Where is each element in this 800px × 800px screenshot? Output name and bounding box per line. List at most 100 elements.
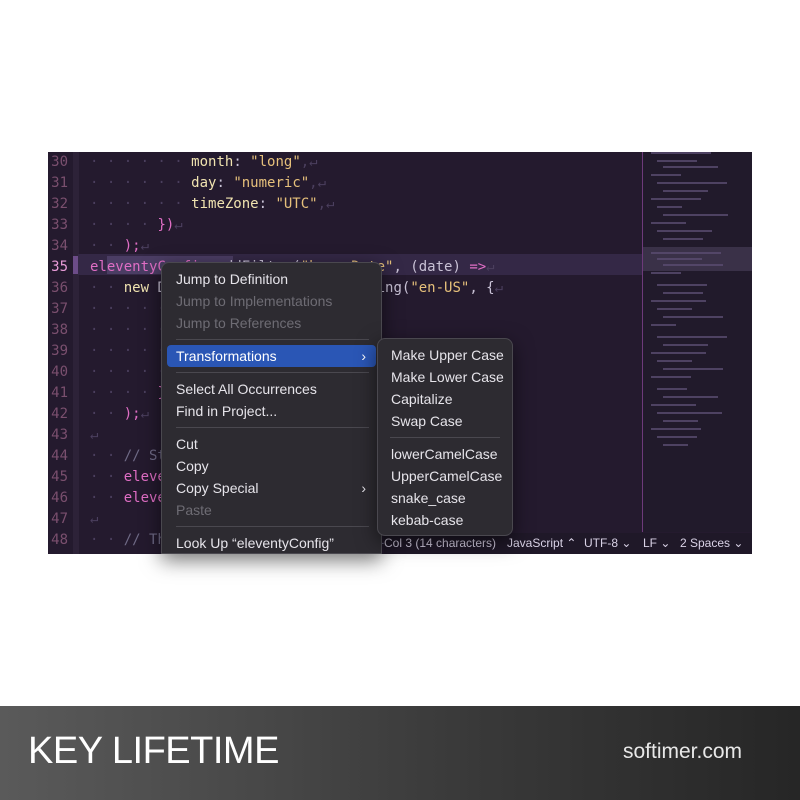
site-url[interactable]: softimer.com — [623, 740, 742, 764]
code-token: ); — [123, 406, 141, 422]
line-number: 44 — [51, 448, 68, 464]
line-number: 38 — [51, 322, 68, 338]
code-token: }) — [157, 217, 175, 233]
minimap-line — [663, 214, 728, 216]
code-line[interactable]: 31 · · · · · · day: "numeric",↵ — [48, 173, 648, 194]
minimap-line — [657, 388, 687, 390]
minimap-line — [657, 160, 697, 162]
minimap-line — [657, 308, 692, 310]
code-token: timeZone — [191, 196, 259, 212]
encoding-selector[interactable]: UTF-8 ⌄ — [584, 533, 631, 554]
menu-item-copy[interactable]: Copy — [167, 455, 376, 477]
minimap-line — [663, 264, 723, 266]
submenu-item-upper-case[interactable]: Make Upper Case — [382, 344, 508, 366]
line-number: 42 — [51, 406, 68, 422]
menu-item-look-up[interactable]: Look Up “eleventyConfig” — [167, 532, 376, 553]
indent-selector[interactable]: 2 Spaces ⌄ — [680, 533, 743, 554]
line-number: 37 — [51, 301, 68, 317]
chevron-right-icon: › — [361, 480, 366, 496]
minimap-line — [657, 284, 707, 286]
code-token: ,↵ — [309, 175, 327, 191]
line-ending-selector[interactable]: LF ⌄ — [643, 533, 670, 554]
code-text[interactable]: · · · · · · timeZone: "UTC",↵ — [90, 194, 334, 215]
code-token: new — [123, 280, 158, 296]
code-text[interactable]: · · · · })↵ — [90, 215, 183, 236]
minimap-line — [663, 166, 718, 168]
brand-title: KEY LIFETIME — [28, 730, 279, 772]
menu-item-cut[interactable]: Cut — [167, 433, 376, 455]
minimap-line — [663, 292, 703, 294]
code-line[interactable]: 30 · · · · · · month: "long",↵ — [48, 152, 648, 173]
code-token: · · · · — [90, 217, 158, 233]
minimap-line — [663, 420, 698, 422]
code-token: · · — [90, 448, 124, 464]
code-line[interactable]: 32 · · · · · · timeZone: "UTC",↵ — [48, 194, 648, 215]
code-token: · · — [90, 238, 124, 254]
submenu-item-swap-case[interactable]: Swap Case — [382, 410, 508, 432]
line-number: 43 — [51, 427, 68, 443]
minimap-line — [657, 436, 697, 438]
minimap-line — [651, 300, 706, 302]
line-number: 47 — [51, 511, 68, 527]
code-token: "en-US" — [410, 280, 470, 296]
submenu-item-capitalize[interactable]: Capitalize — [382, 388, 508, 410]
submenu-item-lower-camel-case[interactable]: lowerCamelCase — [382, 443, 508, 465]
minimap-line — [651, 404, 696, 406]
minimap[interactable] — [642, 152, 752, 532]
line-number: 48 — [51, 532, 68, 548]
submenu-item-lower-case[interactable]: Make Lower Case — [382, 366, 508, 388]
code-token: · · · · — [90, 385, 158, 401]
menu-separator — [176, 372, 369, 373]
menu-item-copy-special[interactable]: Copy Special › — [167, 477, 376, 499]
code-text[interactable]: · · · · · · month: "long",↵ — [90, 152, 318, 173]
code-text[interactable]: ↵ — [90, 509, 98, 530]
menu-separator — [176, 339, 369, 340]
code-line[interactable]: 34 · · );↵ — [48, 236, 648, 257]
code-text[interactable]: · · );↵ — [90, 404, 149, 425]
minimap-line — [657, 230, 712, 232]
submenu-item-kebab-case[interactable]: kebab-case — [382, 509, 508, 531]
code-token: ↵ — [140, 406, 150, 422]
minimap-line — [663, 444, 688, 446]
line-number: 35 — [51, 259, 68, 275]
code-text[interactable]: ↵ — [90, 425, 98, 446]
line-number: 36 — [51, 280, 68, 296]
menu-item-jump-implementations: Jump to Implementations — [176, 293, 333, 309]
code-token: month — [191, 154, 234, 170]
menu-item-find-in-project[interactable]: Find in Project... — [167, 400, 376, 422]
code-text[interactable]: · · · · · · day: "numeric",↵ — [90, 173, 326, 194]
context-menu: Jump to Definition Jump to Implementatio… — [161, 262, 382, 554]
submenu-item-snake-case[interactable]: snake_case — [382, 487, 508, 509]
minimap-line — [657, 412, 722, 414]
code-token: ↵ — [140, 238, 150, 254]
minimap-line — [651, 272, 681, 274]
code-text[interactable]: · · );↵ — [90, 236, 149, 257]
code-token: : — [216, 175, 234, 191]
menu-item-jump-references: Jump to References — [176, 315, 302, 331]
minimap-line — [651, 152, 711, 154]
code-line[interactable]: 33 · · · · })↵ — [48, 215, 648, 236]
code-token: , { — [469, 280, 495, 296]
minimap-line — [657, 360, 692, 362]
language-selector[interactable]: JavaScript ⌃ — [507, 533, 576, 554]
minimap-line — [657, 258, 702, 260]
submenu-item-upper-camel-case[interactable]: UpperCamelCase — [382, 465, 508, 487]
code-token: day — [191, 175, 217, 191]
minimap-line — [663, 190, 708, 192]
line-number: 34 — [51, 238, 68, 254]
line-number: 33 — [51, 217, 68, 233]
code-token: ↵ — [174, 217, 183, 233]
minimap-line — [657, 182, 727, 184]
menu-item-select-all-occurrences[interactable]: Select All Occurrences — [167, 378, 376, 400]
cursor-position[interactable]: Col 3 (14 characters) — [384, 533, 496, 554]
chevron-right-icon: › — [361, 348, 366, 364]
code-token: , (date) — [393, 259, 470, 275]
code-token: · · · · · · — [90, 196, 192, 212]
menu-item-jump-definition[interactable]: Jump to Definition — [167, 268, 376, 290]
menu-item-paste: Paste — [176, 502, 212, 518]
code-token: · · · · · · — [90, 175, 192, 191]
menu-item-transformations[interactable]: Transformations › — [167, 345, 376, 367]
line-number: 45 — [51, 469, 68, 485]
code-token: ↵ — [90, 427, 99, 443]
menu-separator — [390, 437, 500, 438]
